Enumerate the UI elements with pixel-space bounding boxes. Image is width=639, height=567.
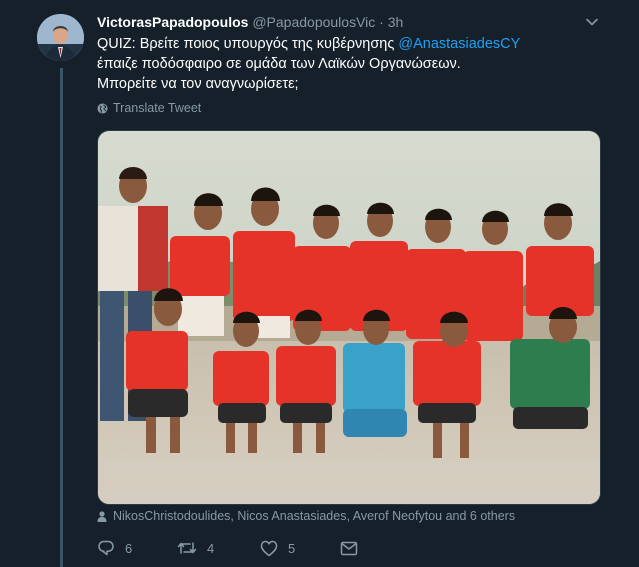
mention-link[interactable]: @AnastasiadesCY — [398, 36, 520, 52]
tweet-actions: 6 4 5 — [97, 538, 358, 558]
team-photo-image — [98, 131, 600, 504]
retweet-icon — [177, 542, 197, 554]
translate-tweet-link[interactable]: Translate Tweet — [97, 101, 201, 115]
person-icon — [97, 510, 107, 522]
translate-label: Translate Tweet — [113, 101, 202, 115]
tagged-people-text: NikosChristodoulides, Nicos Anastasiades… — [113, 509, 516, 523]
tweet-text-part2: έπαιζε ποδόσφαιρο σε ομάδα των Λαϊκών Ορ… — [97, 56, 461, 72]
tweet-text-part1: QUIZ: Βρείτε ποιος υπουργός της κυβέρνησ… — [97, 36, 399, 52]
retweet-button[interactable]: 4 — [177, 539, 260, 557]
team-photo[interactable] — [97, 130, 601, 505]
avatar-image — [37, 14, 84, 61]
reply-button[interactable]: 6 — [97, 539, 177, 557]
chevron-down-icon[interactable] — [585, 15, 599, 29]
tagged-people[interactable]: NikosChristodoulides, Nicos Anastasiades… — [97, 509, 515, 523]
globe-icon — [97, 102, 108, 114]
user-handle[interactable]: @PapadopoulosVic — [252, 14, 375, 30]
like-button[interactable]: 5 — [260, 540, 340, 557]
direct-message-button[interactable] — [340, 541, 358, 556]
avatar[interactable] — [37, 14, 84, 61]
tweet-header: VictorasPapadopoulos @PapadopoulosVic · … — [97, 13, 599, 31]
separator-dot: · — [379, 14, 384, 30]
reply-icon — [98, 540, 114, 556]
thread-line — [60, 68, 63, 567]
display-name[interactable]: VictorasPapadopoulos — [97, 14, 248, 30]
like-count: 5 — [288, 540, 296, 556]
retweet-count: 4 — [207, 540, 215, 556]
tweet-text-line2: Μπορείτε να τον αναγνωρίσετε; — [97, 76, 299, 92]
heart-icon — [260, 540, 278, 556]
tweet-text: QUIZ: Βρείτε ποιος υπουργός της κυβέρνησ… — [97, 34, 547, 94]
reply-count: 6 — [125, 540, 133, 556]
envelope-icon — [340, 541, 358, 555]
tweet-time[interactable]: 3h — [388, 14, 404, 30]
